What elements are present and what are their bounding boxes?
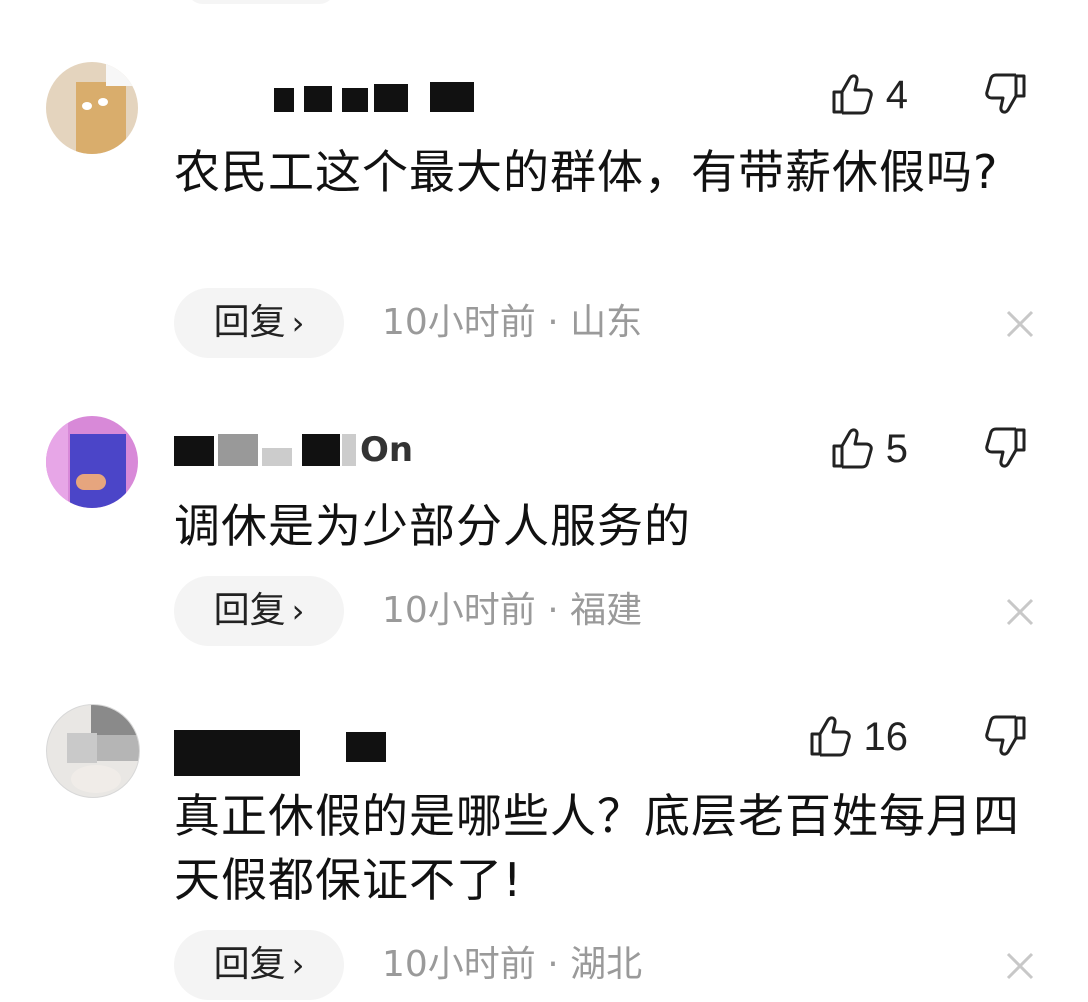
thumbs-down-icon xyxy=(985,73,1026,114)
comment-meta: 10小时前 · 山东 xyxy=(382,288,642,358)
like-button[interactable]: 16 xyxy=(806,712,909,762)
comment-location: 山东 xyxy=(570,302,643,343)
reply-button[interactable]: 回复 › xyxy=(174,930,344,1000)
comment-content: 真正休假的是哪些人？底层老百姓每月四天假都保证不了! xyxy=(174,789,1020,907)
thumbs-up-icon xyxy=(832,428,873,469)
dislike-button[interactable] xyxy=(984,712,1034,762)
reply-label: 回复 xyxy=(213,944,286,985)
chevron-right-icon: › xyxy=(291,946,305,984)
reply-button[interactable]: 回复 › xyxy=(174,288,344,358)
meta-separator: · xyxy=(547,302,559,343)
comment-time: 10小时前 xyxy=(382,944,536,985)
comment-meta: 10小时前 · 福建 xyxy=(382,576,642,646)
comment-list: 4 农民工这个最大的群体，有带薪休假吗? 回复 › 10小时前 · 山东 On … xyxy=(0,0,1088,1002)
meta-separator: · xyxy=(547,590,559,631)
like-button[interactable]: 4 xyxy=(828,70,908,120)
comment-location: 湖北 xyxy=(570,944,643,985)
username-text: On xyxy=(360,430,414,470)
chevron-right-icon: › xyxy=(291,592,305,630)
comment-location: 福建 xyxy=(570,590,643,631)
close-icon[interactable] xyxy=(1000,304,1040,344)
dislike-button[interactable] xyxy=(984,70,1034,120)
username[interactable] xyxy=(174,710,414,780)
thumbs-up-icon xyxy=(810,716,851,757)
comment-item: 16 真正休假的是哪些人？底层老百姓每月四天假都保证不了! 回复 › 10小时前 … xyxy=(0,660,1088,1002)
like-count: 5 xyxy=(885,427,908,471)
avatar[interactable] xyxy=(46,704,140,798)
like-count: 16 xyxy=(863,715,909,759)
thumbs-up-icon xyxy=(832,74,873,115)
username[interactable]: On xyxy=(174,430,434,470)
comment-item: 4 农民工这个最大的群体，有带薪休假吗? 回复 › 10小时前 · 山东 xyxy=(0,0,1088,360)
meta-separator: · xyxy=(547,944,559,985)
dislike-button[interactable] xyxy=(984,424,1034,474)
username[interactable] xyxy=(174,80,494,120)
like-button[interactable]: 5 xyxy=(828,424,908,474)
thumbs-down-icon xyxy=(985,715,1026,756)
reply-label: 回复 xyxy=(213,302,286,343)
like-count: 4 xyxy=(885,73,908,117)
chevron-right-icon: › xyxy=(291,304,305,342)
avatar[interactable] xyxy=(46,62,138,154)
avatar[interactable] xyxy=(46,416,138,508)
close-icon[interactable] xyxy=(1000,592,1040,632)
reply-label: 回复 xyxy=(213,590,286,631)
thumbs-down-icon xyxy=(985,427,1026,468)
comment-time: 10小时前 xyxy=(382,302,536,343)
comment-time: 10小时前 xyxy=(382,590,536,631)
reply-button[interactable]: 回复 › xyxy=(174,576,344,646)
comment-meta: 10小时前 · 湖北 xyxy=(382,930,642,1000)
comment-content: 农民工这个最大的群体，有带薪休假吗? xyxy=(174,145,999,199)
comment-item: On 5 调休是为少部分人服务的 回复 › 10小时前 · 福建 xyxy=(0,360,1088,660)
close-icon[interactable] xyxy=(1000,946,1040,986)
comment-content: 调休是为少部分人服务的 xyxy=(174,499,691,553)
